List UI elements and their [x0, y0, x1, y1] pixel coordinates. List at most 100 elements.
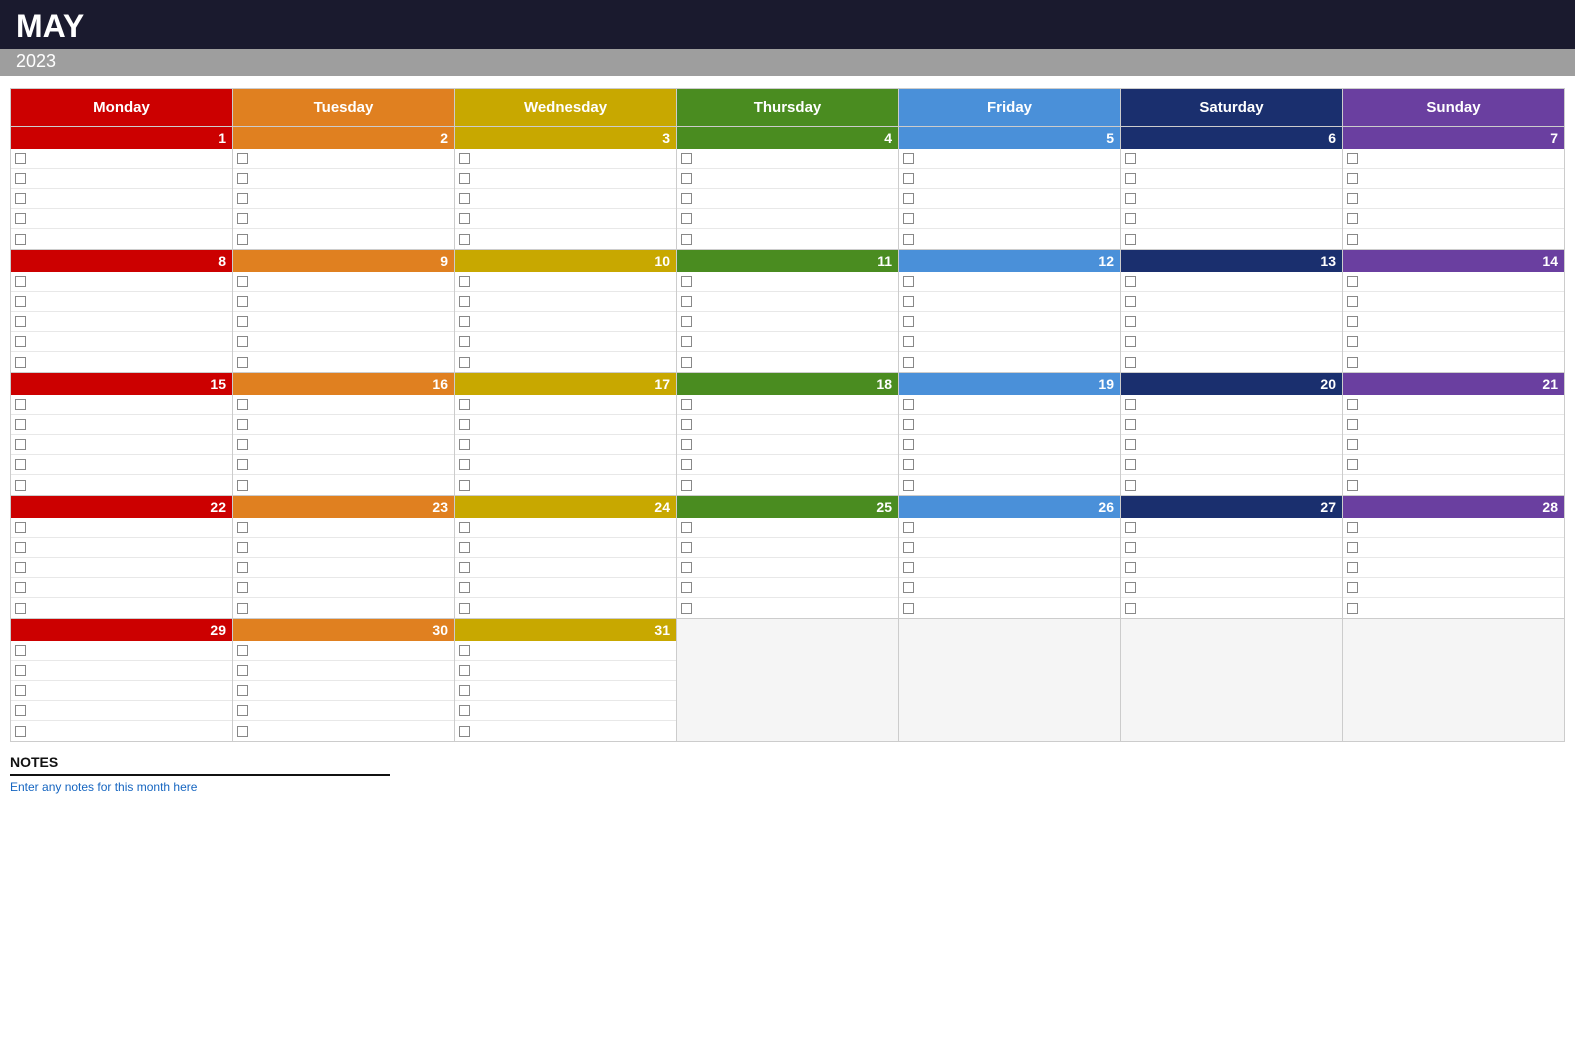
task-row[interactable]: [11, 721, 232, 741]
task-row[interactable]: [677, 518, 898, 538]
task-checkbox[interactable]: [459, 316, 470, 327]
task-row[interactable]: [233, 538, 454, 558]
task-row[interactable]: [11, 578, 232, 598]
task-checkbox[interactable]: [15, 213, 26, 224]
task-checkbox[interactable]: [237, 562, 248, 573]
task-checkbox[interactable]: [1347, 336, 1358, 347]
task-checkbox[interactable]: [459, 296, 470, 307]
task-checkbox[interactable]: [15, 705, 26, 716]
task-row[interactable]: [455, 149, 676, 169]
task-checkbox[interactable]: [237, 522, 248, 533]
task-checkbox[interactable]: [903, 542, 914, 553]
task-row[interactable]: [677, 538, 898, 558]
task-checkbox[interactable]: [903, 336, 914, 347]
task-row[interactable]: [1121, 475, 1342, 495]
task-checkbox[interactable]: [459, 459, 470, 470]
task-row[interactable]: [11, 169, 232, 189]
task-row[interactable]: [1343, 415, 1564, 435]
task-row[interactable]: [11, 475, 232, 495]
task-checkbox[interactable]: [237, 439, 248, 450]
task-checkbox[interactable]: [1125, 603, 1136, 614]
task-row[interactable]: [1343, 518, 1564, 538]
task-row[interactable]: [1343, 332, 1564, 352]
task-checkbox[interactable]: [237, 459, 248, 470]
task-checkbox[interactable]: [1347, 213, 1358, 224]
task-checkbox[interactable]: [1125, 316, 1136, 327]
task-row[interactable]: [677, 475, 898, 495]
task-row[interactable]: [899, 312, 1120, 332]
task-row[interactable]: [11, 661, 232, 681]
task-checkbox[interactable]: [903, 562, 914, 573]
task-row[interactable]: [899, 229, 1120, 249]
task-checkbox[interactable]: [15, 193, 26, 204]
task-row[interactable]: [233, 475, 454, 495]
task-checkbox[interactable]: [681, 296, 692, 307]
task-row[interactable]: [455, 229, 676, 249]
task-row[interactable]: [1121, 352, 1342, 372]
task-row[interactable]: [233, 169, 454, 189]
task-checkbox[interactable]: [1125, 542, 1136, 553]
task-checkbox[interactable]: [15, 726, 26, 737]
task-row[interactable]: [233, 721, 454, 741]
task-checkbox[interactable]: [237, 705, 248, 716]
task-checkbox[interactable]: [459, 336, 470, 347]
task-row[interactable]: [11, 332, 232, 352]
task-row[interactable]: [1343, 352, 1564, 372]
task-row[interactable]: [11, 189, 232, 209]
task-checkbox[interactable]: [15, 357, 26, 368]
task-checkbox[interactable]: [15, 562, 26, 573]
task-row[interactable]: [455, 538, 676, 558]
task-checkbox[interactable]: [903, 582, 914, 593]
task-row[interactable]: [677, 395, 898, 415]
task-row[interactable]: [455, 598, 676, 618]
task-row[interactable]: [899, 352, 1120, 372]
task-checkbox[interactable]: [1347, 562, 1358, 573]
task-row[interactable]: [455, 169, 676, 189]
task-checkbox[interactable]: [459, 276, 470, 287]
task-checkbox[interactable]: [1347, 522, 1358, 533]
task-checkbox[interactable]: [1347, 276, 1358, 287]
task-checkbox[interactable]: [237, 153, 248, 164]
task-checkbox[interactable]: [237, 603, 248, 614]
task-checkbox[interactable]: [1125, 357, 1136, 368]
task-row[interactable]: [1121, 149, 1342, 169]
task-row[interactable]: [1343, 395, 1564, 415]
task-row[interactable]: [233, 415, 454, 435]
task-checkbox[interactable]: [459, 357, 470, 368]
task-row[interactable]: [11, 415, 232, 435]
task-checkbox[interactable]: [681, 542, 692, 553]
task-checkbox[interactable]: [1347, 173, 1358, 184]
task-row[interactable]: [455, 558, 676, 578]
task-checkbox[interactable]: [1347, 296, 1358, 307]
task-row[interactable]: [455, 721, 676, 741]
task-checkbox[interactable]: [903, 173, 914, 184]
task-checkbox[interactable]: [903, 603, 914, 614]
task-checkbox[interactable]: [459, 705, 470, 716]
task-row[interactable]: [11, 455, 232, 475]
task-row[interactable]: [455, 272, 676, 292]
task-checkbox[interactable]: [681, 480, 692, 491]
task-checkbox[interactable]: [903, 296, 914, 307]
task-checkbox[interactable]: [903, 357, 914, 368]
task-checkbox[interactable]: [15, 276, 26, 287]
task-row[interactable]: [1343, 475, 1564, 495]
task-checkbox[interactable]: [681, 276, 692, 287]
task-checkbox[interactable]: [237, 582, 248, 593]
task-row[interactable]: [677, 415, 898, 435]
task-checkbox[interactable]: [1347, 399, 1358, 410]
task-row[interactable]: [1343, 292, 1564, 312]
task-checkbox[interactable]: [237, 419, 248, 430]
task-checkbox[interactable]: [237, 357, 248, 368]
task-row[interactable]: [677, 435, 898, 455]
task-row[interactable]: [677, 455, 898, 475]
task-row[interactable]: [455, 435, 676, 455]
task-row[interactable]: [11, 558, 232, 578]
task-checkbox[interactable]: [903, 316, 914, 327]
task-row[interactable]: [1121, 209, 1342, 229]
task-checkbox[interactable]: [903, 153, 914, 164]
task-row[interactable]: [1121, 598, 1342, 618]
task-checkbox[interactable]: [903, 419, 914, 430]
task-checkbox[interactable]: [1125, 296, 1136, 307]
task-row[interactable]: [1343, 209, 1564, 229]
task-row[interactable]: [233, 578, 454, 598]
